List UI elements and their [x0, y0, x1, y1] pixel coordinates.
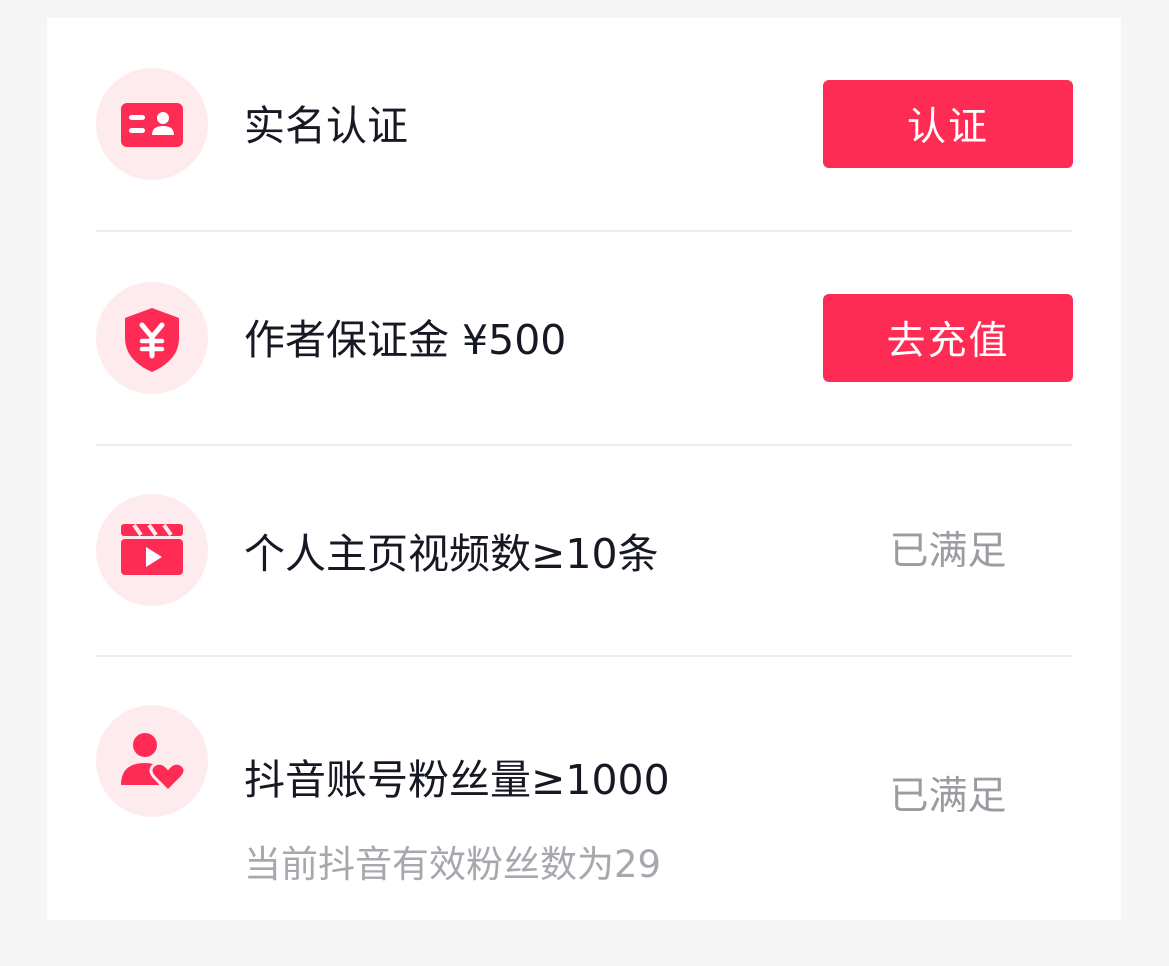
follower-heart-icon [96, 705, 208, 817]
requirement-row-deposit: 作者保证金 ¥500 去充值 [47, 232, 1121, 444]
requirements-card: 实名认证 认证 作者保证金 ¥500 去充值 个人主页视频数≥10条 已满足 抖… [47, 18, 1121, 920]
requirement-title: 作者保证金 ¥500 [244, 316, 567, 364]
requirement-row-real-name: 实名认证 认证 [47, 18, 1121, 230]
requirement-title: 抖音账号粉丝量≥1000 [244, 756, 670, 804]
recharge-button[interactable]: 去充值 [823, 294, 1073, 382]
requirement-row-videos: 个人主页视频数≥10条 已满足 [47, 446, 1121, 656]
yuan-shield-icon [96, 282, 208, 394]
requirement-title: 实名认证 [244, 102, 408, 150]
requirement-title: 个人主页视频数≥10条 [244, 530, 659, 578]
id-card-icon [96, 68, 208, 180]
status-satisfied: 已满足 [889, 529, 1007, 574]
video-clapper-icon [96, 494, 208, 606]
requirement-subtitle: 当前抖音有效粉丝数为29 [244, 843, 662, 886]
verify-button[interactable]: 认证 [823, 80, 1073, 168]
requirement-row-followers: 抖音账号粉丝量≥1000 当前抖音有效粉丝数为29 已满足 [47, 657, 1121, 920]
status-satisfied: 已满足 [889, 774, 1007, 819]
